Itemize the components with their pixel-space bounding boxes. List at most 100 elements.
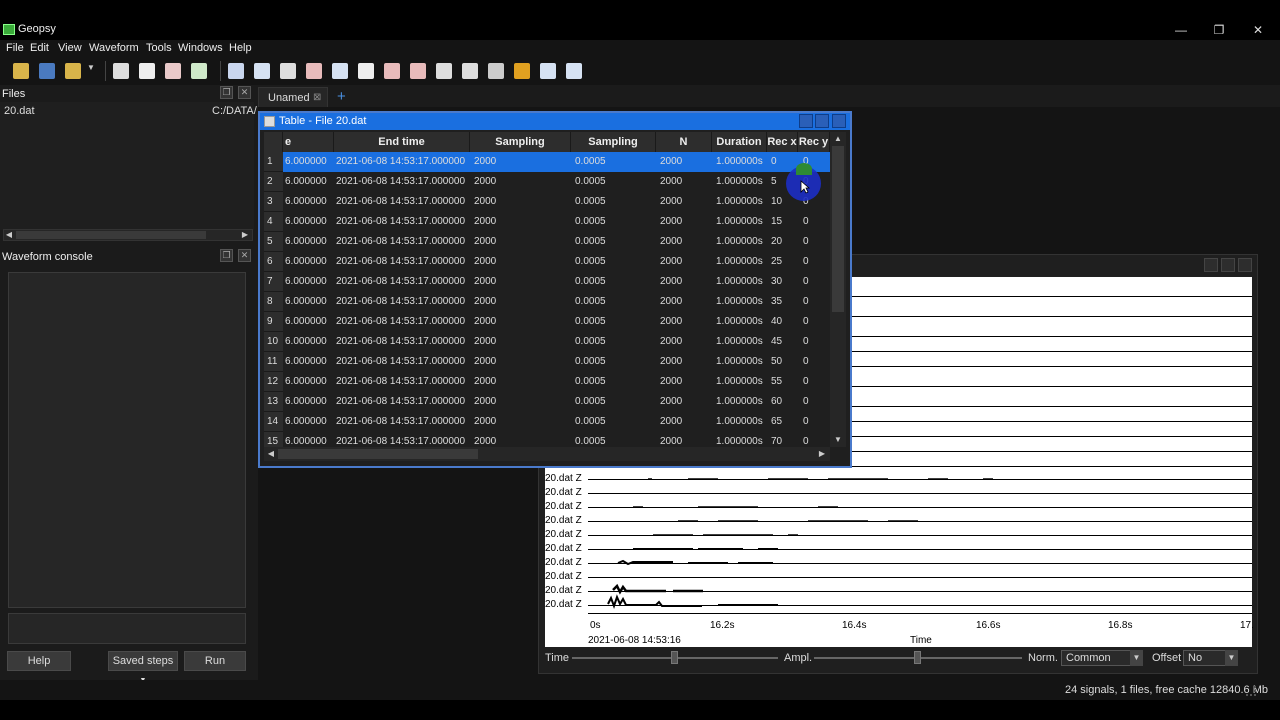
row-number[interactable]: 2 (264, 172, 283, 192)
console-input[interactable] (8, 613, 246, 644)
time-slider-handle[interactable] (671, 651, 678, 664)
add-tab-icon[interactable]: + (337, 88, 346, 105)
table-cell[interactable]: 0 (803, 392, 829, 412)
table-cell[interactable]: 2000 (660, 192, 714, 212)
column-header[interactable]: N samples (656, 132, 712, 168)
table-row[interactable]: 3 6.000000 2021-06-08 14:53:17.000000 2000 0… (264, 192, 830, 212)
table-cell[interactable]: 6.000000 (285, 252, 335, 272)
table-cell[interactable]: 2021-06-08 14:53:17.000000 (336, 272, 470, 292)
table-cell[interactable]: 6.000000 (285, 152, 335, 172)
table-cell[interactable]: 2000 (660, 312, 714, 332)
table-cell[interactable]: 2021-06-08 14:53:17.000000 (336, 332, 470, 352)
scroll-left-icon[interactable]: ◀ (265, 448, 277, 460)
table-cell[interactable]: 0.0005 (575, 272, 658, 292)
row-number[interactable]: 3 (264, 192, 283, 212)
table-window-min-icon[interactable] (799, 114, 813, 128)
resize-grip-icon[interactable] (1246, 686, 1256, 696)
tool-6-icon[interactable] (358, 63, 374, 79)
table-cell[interactable]: 0 (803, 272, 829, 292)
table-cell[interactable]: 6.000000 (285, 352, 335, 372)
table-cell[interactable]: 2000 (474, 352, 573, 372)
table-cell[interactable]: 1.000000s (716, 292, 769, 312)
table-cell[interactable]: 1.000000s (716, 312, 769, 332)
row-number[interactable]: 13 (264, 392, 283, 412)
table-cell[interactable]: 2000 (474, 412, 573, 432)
table-window-max-icon[interactable] (815, 114, 829, 128)
file-item-name[interactable]: 20.dat (4, 105, 35, 117)
scroll-up-icon[interactable]: ▲ (832, 133, 844, 145)
table-cell[interactable]: 55 (771, 372, 801, 392)
table-cell[interactable]: 2021-06-08 14:53:17.000000 (336, 192, 470, 212)
row-number[interactable]: 12 (264, 372, 283, 392)
table-cell[interactable]: 0 (803, 312, 829, 332)
menu-view[interactable]: View (58, 42, 82, 54)
table-cell[interactable]: 1.000000s (716, 152, 769, 172)
table-cell[interactable]: 0.0005 (575, 332, 658, 352)
tool-1-icon[interactable] (228, 63, 244, 79)
table-cell[interactable]: 2000 (474, 372, 573, 392)
table-cell[interactable]: 6.000000 (285, 212, 335, 232)
row-number[interactable]: 1 (264, 152, 283, 172)
table-cell[interactable]: 1.000000s (716, 232, 769, 252)
table-cell[interactable]: 25 (771, 252, 801, 272)
menu-windows[interactable]: Windows (178, 42, 223, 54)
table-cell[interactable]: 2000 (474, 192, 573, 212)
table-cell[interactable]: 6.000000 (285, 412, 335, 432)
table-cell[interactable]: 1.000000s (716, 172, 769, 192)
table-cell[interactable]: 2021-06-08 14:53:17.000000 (336, 172, 470, 192)
table-row[interactable]: 10 6.000000 2021-06-08 14:53:17.000000 2000… (264, 332, 830, 352)
table-cell[interactable]: 0 (803, 232, 829, 252)
table-row[interactable]: 2 6.000000 2021-06-08 14:53:17.000000 2000 0… (264, 172, 830, 192)
table-cell[interactable]: 0 (803, 212, 829, 232)
table-row[interactable]: 6 6.000000 2021-06-08 14:53:17.000000 2000 0… (264, 252, 830, 272)
tool-13-icon[interactable] (540, 63, 556, 79)
table-cell[interactable]: 2000 (660, 292, 714, 312)
minimize-button[interactable]: — (1166, 21, 1196, 39)
table-cell[interactable]: 2000 (660, 412, 714, 432)
table-row[interactable]: 5 6.000000 2021-06-08 14:53:17.000000 2000 0… (264, 232, 830, 252)
table-cell[interactable]: 0.0005 (575, 392, 658, 412)
table-row[interactable]: 8 6.000000 2021-06-08 14:53:17.000000 2000 0… (264, 292, 830, 312)
row-number[interactable]: 7 (264, 272, 283, 292)
table-cell[interactable]: 6.000000 (285, 332, 335, 352)
table-cell[interactable]: 1.000000s (716, 272, 769, 292)
help-button[interactable]: Help (7, 651, 71, 671)
chart-icon[interactable] (191, 63, 207, 79)
dropdown-arrow-icon[interactable]: ▼ (87, 63, 95, 79)
scroll-down-icon[interactable]: ▼ (832, 434, 844, 446)
table-hscroll-thumb[interactable] (278, 449, 478, 459)
tool-5-icon[interactable] (332, 63, 348, 79)
table-cell[interactable]: 6.000000 (285, 392, 335, 412)
row-number[interactable]: 10 (264, 332, 283, 352)
scroll-left-icon[interactable]: ◀ (3, 229, 15, 241)
table-cell[interactable]: 1.000000s (716, 392, 769, 412)
table-cell[interactable]: 2021-06-08 14:53:17.000000 (336, 212, 470, 232)
table-cell[interactable]: 2021-06-08 14:53:17.000000 (336, 232, 470, 252)
save-icon[interactable] (39, 63, 55, 79)
tool-7-icon[interactable] (384, 63, 400, 79)
table-row[interactable]: 13 6.000000 2021-06-08 14:53:17.000000 2000… (264, 392, 830, 412)
table-cell[interactable]: 60 (771, 392, 801, 412)
tool-9-icon[interactable] (436, 63, 452, 79)
menu-waveform[interactable]: Waveform (89, 42, 139, 54)
table-cell[interactable]: 2000 (474, 392, 573, 412)
table-icon[interactable] (113, 63, 129, 79)
table-cell[interactable]: 2000 (660, 252, 714, 272)
scroll-right-icon[interactable]: ▶ (239, 229, 251, 241)
table-cell[interactable]: 2000 (660, 212, 714, 232)
close-window-button[interactable]: ✕ (1243, 21, 1273, 39)
table-cell[interactable]: 2000 (660, 332, 714, 352)
open-group-icon[interactable] (65, 63, 81, 79)
chevron-down-icon[interactable]: ▼ (1225, 650, 1238, 666)
tool-10-icon[interactable] (462, 63, 478, 79)
table-cell[interactable]: 2000 (474, 172, 573, 192)
table-cell[interactable]: 2000 (474, 252, 573, 272)
table-cell[interactable]: 0 (803, 372, 829, 392)
scroll-right-icon[interactable]: ▶ (816, 448, 828, 460)
table-cell[interactable]: 1.000000s (716, 212, 769, 232)
table-cell[interactable]: 1.000000s (716, 412, 769, 432)
table-row[interactable]: 11 6.000000 2021-06-08 14:53:17.000000 2000… (264, 352, 830, 372)
tool-2-icon[interactable] (254, 63, 270, 79)
table-cell[interactable]: 2000 (660, 372, 714, 392)
table-cell[interactable]: 2021-06-08 14:53:17.000000 (336, 412, 470, 432)
